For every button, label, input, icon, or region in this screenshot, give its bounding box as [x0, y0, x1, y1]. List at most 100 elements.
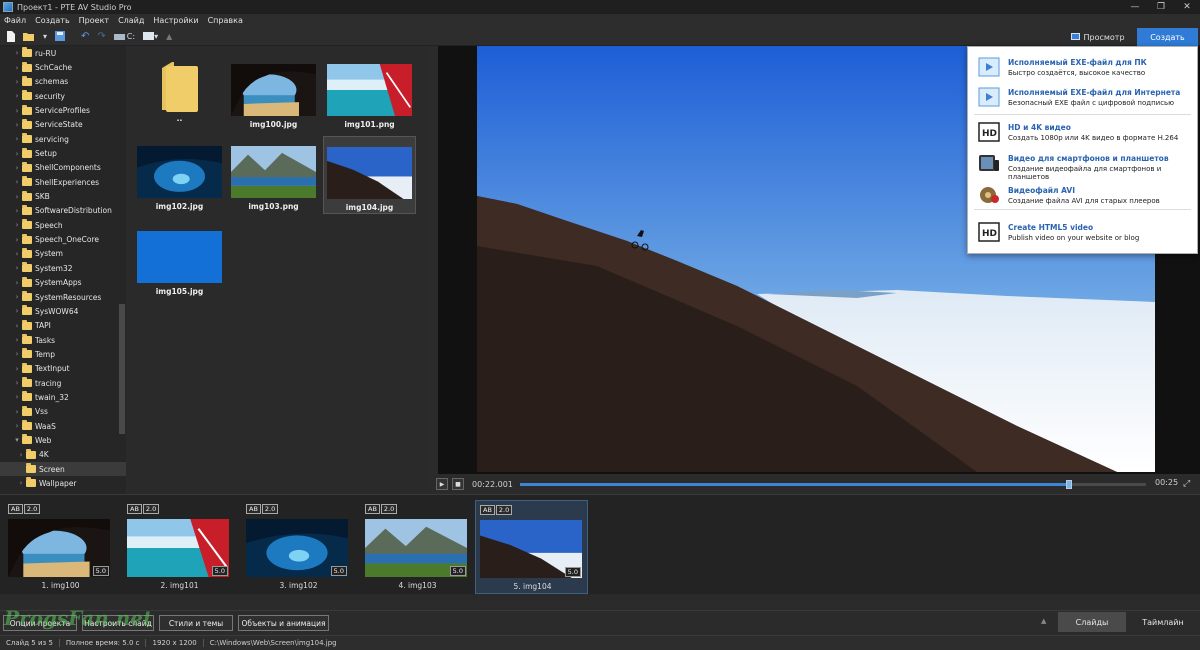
chevron-right-icon[interactable]: › — [12, 92, 22, 100]
file-tile[interactable]: img103.png — [227, 136, 320, 214]
stop-icon[interactable]: ■ — [452, 478, 464, 490]
chevron-right-icon[interactable]: › — [12, 408, 22, 416]
tree-folder-item[interactable]: › TextInput — [0, 362, 126, 376]
menu-settings[interactable]: Настройки — [153, 16, 198, 25]
drive-selector[interactable]: C: — [113, 30, 135, 43]
chevron-right-icon[interactable]: › — [12, 64, 22, 72]
transition-badge[interactable]: 2.0 — [380, 504, 398, 514]
chevron-right-icon[interactable]: › — [12, 121, 22, 129]
tree-folder-item[interactable]: › Speech — [0, 218, 126, 232]
file-tile[interactable]: img101.png — [323, 54, 416, 132]
tree-folder-item[interactable]: › ShellExperiences — [0, 175, 126, 189]
tree-folder-item[interactable]: › ServiceProfiles — [0, 103, 126, 117]
tree-folder-item[interactable]: › ShellComponents — [0, 161, 126, 175]
chevron-right-icon[interactable]: › — [12, 207, 22, 215]
chevron-right-icon[interactable]: › — [16, 451, 26, 459]
up-arrow-icon[interactable]: ▲ — [166, 30, 172, 43]
new-file-icon[interactable] — [6, 30, 15, 43]
create-menu-item[interactable]: Исполняемый EXE-файл для Интернета Безопа… — [968, 80, 1197, 114]
tree-folder-item[interactable]: › Temp — [0, 347, 126, 361]
slide-item[interactable]: AB 2.0 5.0 1. img100 — [4, 500, 117, 594]
ab-badge[interactable]: AB — [127, 504, 142, 514]
chevron-right-icon[interactable]: › — [12, 393, 22, 401]
menu-help[interactable]: Справка — [208, 16, 243, 25]
timeline-handle[interactable] — [1066, 480, 1072, 489]
transition-badge[interactable]: 2.0 — [23, 504, 41, 514]
file-tile[interactable]: img100.jpg — [227, 54, 320, 132]
tree-folder-item[interactable]: › System — [0, 247, 126, 261]
styles-themes-button[interactable]: Стили и темы — [159, 615, 233, 631]
chevron-right-icon[interactable]: › — [12, 293, 22, 301]
chevron-right-icon[interactable]: › — [12, 150, 22, 158]
create-menu-item[interactable]: HD Create HTML5 video Publish video on you… — [968, 215, 1197, 249]
tree-folder-item[interactable]: › SoftwareDistribution — [0, 204, 126, 218]
tree-folder-item[interactable]: › Tasks — [0, 333, 126, 347]
minimize-icon[interactable]: — — [1122, 0, 1148, 14]
chevron-right-icon[interactable]: › — [12, 307, 22, 315]
transition-badge[interactable]: 2.0 — [261, 504, 279, 514]
chevron-right-icon[interactable]: › — [12, 264, 22, 272]
file-tile[interactable]: img105.jpg — [133, 221, 226, 299]
redo-icon[interactable]: ↷ — [97, 30, 105, 43]
tree-folder-item[interactable]: › schemas — [0, 75, 126, 89]
tree-folder-item[interactable]: › Setup — [0, 146, 126, 160]
ab-badge[interactable]: AB — [365, 504, 380, 514]
tree-folder-item[interactable]: ▾ Web — [0, 433, 126, 447]
slide-item[interactable]: AB 2.0 5.0 4. img103 — [361, 500, 474, 594]
tree-folder-item[interactable]: › ServiceState — [0, 118, 126, 132]
chevron-right-icon[interactable]: › — [16, 479, 26, 487]
tab-slides[interactable]: Слайды — [1058, 612, 1126, 632]
tree-folder-item[interactable]: › SystemResources — [0, 290, 126, 304]
undo-icon[interactable]: ↶ — [81, 30, 89, 43]
chevron-right-icon[interactable]: › — [12, 336, 22, 344]
chevron-right-icon[interactable]: › — [12, 221, 22, 229]
open-folder-icon[interactable] — [23, 30, 35, 43]
close-icon[interactable]: ✕ — [1174, 0, 1200, 14]
chevron-right-icon[interactable]: › — [12, 350, 22, 358]
tree-folder-item[interactable]: › SysWOW64 — [0, 304, 126, 318]
create-menu-item[interactable]: HD HD и 4K видео Создать 1080p или 4K виде… — [968, 115, 1197, 149]
chevron-right-icon[interactable]: › — [12, 365, 22, 373]
slide-strip-scrollbar[interactable] — [0, 594, 1200, 600]
menu-file[interactable]: Файл — [4, 16, 26, 25]
chevron-right-icon[interactable]: › — [12, 279, 22, 287]
file-tile[interactable]: img104.jpg — [323, 136, 416, 214]
create-menu-item[interactable]: Видеофайл AVI Создание файла AVI для стар… — [968, 178, 1197, 212]
chevron-right-icon[interactable]: › — [12, 78, 22, 86]
tree-folder-item[interactable]: › SystemApps — [0, 276, 126, 290]
chevron-right-icon[interactable]: › — [12, 135, 22, 143]
chevron-right-icon[interactable]: › — [12, 193, 22, 201]
chevron-right-icon[interactable]: › — [12, 322, 22, 330]
ab-badge[interactable]: AB — [480, 505, 495, 515]
preview-button[interactable]: Просмотр — [1064, 29, 1132, 45]
create-menu-item[interactable]: Видео для смартфонов и планшетов Создание… — [968, 146, 1197, 181]
play-icon[interactable]: ▶ — [436, 478, 448, 490]
tree-folder-item[interactable]: Screen — [0, 461, 126, 477]
tree-folder-item[interactable]: › ru-RU — [0, 46, 126, 60]
tree-folder-item[interactable]: › System32 — [0, 261, 126, 275]
save-icon[interactable] — [55, 30, 66, 43]
tree-scrollbar[interactable] — [119, 50, 125, 490]
ab-badge[interactable]: AB — [246, 504, 261, 514]
chevron-right-icon[interactable]: › — [12, 422, 22, 430]
chevron-right-icon[interactable]: › — [12, 236, 22, 244]
tree-folder-item[interactable]: › TAPI — [0, 319, 126, 333]
tree-folder-item[interactable]: › security — [0, 89, 126, 103]
open-dropdown-icon[interactable]: ▾ — [43, 30, 47, 43]
transition-badge[interactable]: 2.0 — [142, 504, 160, 514]
chevron-right-icon[interactable]: › — [12, 49, 22, 57]
create-menu-item[interactable]: Исполняемый EXE-файл для ПК Быстро создаё… — [968, 50, 1197, 84]
tree-folder-item[interactable]: › Speech_OneCore — [0, 232, 126, 246]
file-tile[interactable]: img102.jpg — [133, 136, 226, 214]
tree-scroll-thumb[interactable] — [119, 304, 125, 434]
create-button[interactable]: Создать — [1137, 28, 1198, 46]
tree-folder-item[interactable]: › SKB — [0, 189, 126, 203]
tree-folder-item[interactable]: › 4K — [0, 448, 126, 462]
fullscreen-icon[interactable]: ⤢ — [1183, 479, 1190, 489]
menu-create[interactable]: Создать — [35, 16, 70, 25]
menu-project[interactable]: Проект — [79, 16, 109, 25]
tree-folder-item[interactable]: › Vss — [0, 405, 126, 419]
slide-item[interactable]: AB 2.0 5.0 3. img102 — [242, 500, 355, 594]
tab-timeline[interactable]: Таймлайн — [1127, 612, 1199, 632]
objects-animation-button[interactable]: Объекты и анимация — [238, 615, 329, 631]
